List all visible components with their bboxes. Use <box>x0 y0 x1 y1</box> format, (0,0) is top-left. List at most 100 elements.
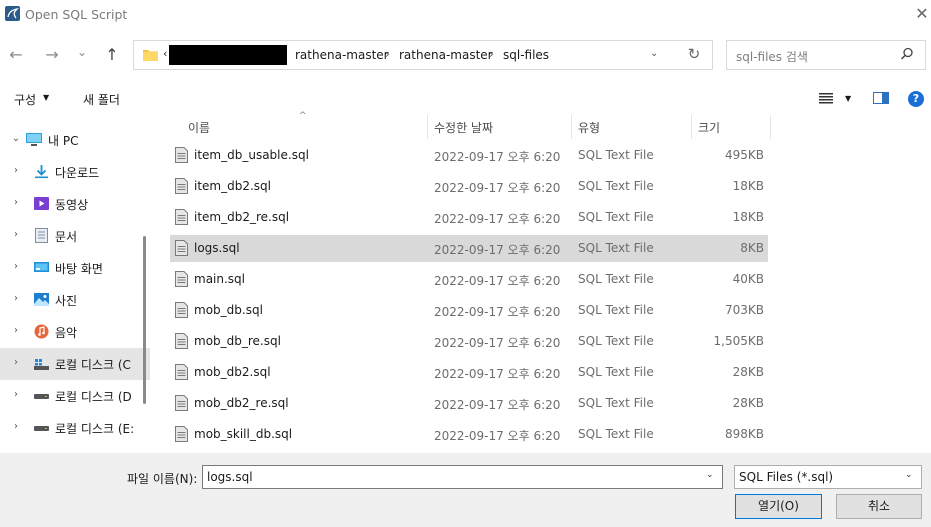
back-button[interactable]: ← <box>6 45 26 65</box>
music-icon <box>34 324 49 339</box>
filename-value[interactable]: logs.sql <box>207 470 253 484</box>
chevron-down-icon[interactable]: ⌄ <box>706 470 714 480</box>
sidebar-scrollbar[interactable] <box>143 236 146 404</box>
file-size: 18KB <box>732 210 764 224</box>
sidebar-item-label: 동영상 <box>55 198 89 212</box>
file-row[interactable]: item_db2.sql 2022-09-17 오후 6:20 SQL Text F… <box>170 173 768 200</box>
forward-button[interactable]: → <box>42 45 62 65</box>
chevron-down-icon[interactable]: ⌄ <box>905 470 913 480</box>
file-date: 2022-09-17 오후 6:20 <box>434 181 561 195</box>
recent-locations-button[interactable]: ⌄ <box>74 42 90 62</box>
file-row[interactable]: item_db2_re.sql 2022-09-17 오후 6:20 SQL Tex… <box>170 204 768 231</box>
file-size: 898KB <box>724 427 764 441</box>
caret-down-icon[interactable]: ▼ <box>845 94 851 103</box>
open-button[interactable]: 열기(O) <box>735 494 822 519</box>
cancel-button[interactable]: 취소 <box>836 494 922 519</box>
caret-down-icon[interactable]: ▼ <box>43 93 49 102</box>
chevron-right-icon[interactable]: › <box>10 229 22 240</box>
sql-file-icon <box>175 364 188 380</box>
sidebar-item-videos[interactable]: › 동영상 <box>0 188 150 220</box>
breadcrumb-separator[interactable]: › <box>385 47 390 61</box>
file-row[interactable]: mob_skill_db.sql 2022-09-17 오후 6:20 SQL Te… <box>170 421 768 448</box>
sql-file-icon <box>175 426 188 442</box>
chevron-right-icon[interactable]: › <box>10 325 22 336</box>
up-button[interactable]: ↑ <box>102 45 122 65</box>
sidebar-item-drive-d[interactable]: › 로컬 디스크 (D <box>0 380 150 412</box>
file-name: mob_db2_re.sql <box>194 396 289 410</box>
column-header-size[interactable]: 크기 <box>698 119 720 136</box>
chevron-right-icon[interactable]: › <box>10 261 22 272</box>
breadcrumb-item[interactable]: sql-files <box>503 48 549 62</box>
chevron-down-icon[interactable]: ⌄ <box>650 48 664 59</box>
new-folder-button[interactable]: 새 폴더 <box>83 91 120 108</box>
breadcrumb-item[interactable]: rathena-master <box>295 48 389 62</box>
sql-file-icon <box>175 333 188 349</box>
file-row[interactable]: mob_db2.sql 2022-09-17 오후 6:20 SQL Text Fi… <box>170 359 768 386</box>
sidebar-item-desktop[interactable]: › 바탕 화면 <box>0 252 150 284</box>
chevron-right-icon[interactable]: › <box>10 293 22 304</box>
sidebar-item-label: 사진 <box>55 294 78 308</box>
file-row[interactable]: mob_db2_re.sql 2022-09-17 오후 6:20 SQL Text… <box>170 390 768 417</box>
command-bar <box>0 82 931 114</box>
redacted-path <box>169 45 287 65</box>
filename-input[interactable] <box>202 465 723 489</box>
breadcrumb-separator[interactable]: › <box>489 47 494 61</box>
file-type: SQL Text File <box>578 272 654 286</box>
file-row[interactable]: logs.sql 2022-09-17 오후 6:20 SQL Text File 8… <box>170 235 768 262</box>
file-type: SQL Text File <box>578 303 654 317</box>
sidebar-item-downloads[interactable]: › 다운로드 <box>0 156 150 188</box>
file-size: 40KB <box>732 272 764 286</box>
document-icon <box>34 228 49 243</box>
column-header-type[interactable]: 유형 <box>578 119 600 136</box>
breadcrumb-item[interactable]: rathena-master <box>399 48 493 62</box>
chevron-right-icon[interactable]: › <box>10 197 22 208</box>
mysql-workbench-icon <box>5 6 20 21</box>
file-type: SQL Text File <box>578 365 654 379</box>
file-row[interactable]: main.sql 2022-09-17 오후 6:20 SQL Text File 4… <box>170 266 768 293</box>
view-details-icon[interactable] <box>819 93 833 104</box>
column-header-name[interactable]: 이름 <box>188 119 210 136</box>
navigation-pane[interactable]: ⌄ 내 PC › 다운로드 › 동영상 › 문서 › 바탕 화면 › 사진 › … <box>0 114 150 453</box>
sidebar-item-drive-c[interactable]: › 로컬 디스크 (C <box>0 348 150 380</box>
folder-icon <box>143 48 158 61</box>
file-row[interactable]: mob_db.sql 2022-09-17 오후 6:20 SQL Text Fil… <box>170 297 768 324</box>
chevron-down-icon[interactable]: ⌄ <box>10 133 22 144</box>
sidebar-item-label: 바탕 화면 <box>55 262 103 276</box>
chevron-right-icon[interactable]: › <box>10 389 22 400</box>
file-name: logs.sql <box>194 241 240 255</box>
help-icon[interactable]: ? <box>908 91 924 107</box>
file-date: 2022-09-17 오후 6:20 <box>434 243 561 257</box>
sidebar-item-label: 로컬 디스크 (E: <box>55 422 135 436</box>
chevron-right-icon[interactable]: › <box>10 421 22 432</box>
column-divider[interactable] <box>770 115 771 139</box>
address-chevron[interactable]: ‹ <box>163 47 167 60</box>
file-type: SQL Text File <box>578 210 654 224</box>
sidebar-item-pc[interactable]: ⌄ 내 PC <box>0 124 150 156</box>
sidebar-item-documents[interactable]: › 문서 <box>0 220 150 252</box>
column-divider[interactable] <box>691 115 692 139</box>
file-row[interactable]: item_db_usable.sql 2022-09-17 오후 6:20 SQL … <box>170 142 768 169</box>
sidebar-item-drive-e[interactable]: › 로컬 디스크 (E: <box>0 412 150 444</box>
search-icon[interactable] <box>899 46 915 62</box>
organize-button[interactable]: 구성 <box>14 91 36 108</box>
sidebar-item-pictures[interactable]: › 사진 <box>0 284 150 316</box>
drive-icon <box>34 388 49 403</box>
sidebar-item-label: 로컬 디스크 (C <box>55 358 131 372</box>
column-header-date[interactable]: 수정한 날짜 <box>434 119 493 136</box>
sidebar-item-music[interactable]: › 음악 <box>0 316 150 348</box>
file-date: 2022-09-17 오후 6:20 <box>434 150 561 164</box>
column-divider[interactable] <box>427 115 428 139</box>
sql-file-icon <box>175 209 188 225</box>
file-row[interactable]: mob_db_re.sql 2022-09-17 오후 6:20 SQL Text … <box>170 328 768 355</box>
sort-ascending-icon: ^ <box>299 111 307 121</box>
file-size: 495KB <box>724 148 764 162</box>
close-button[interactable]: ✕ <box>912 4 931 24</box>
window-title: Open SQL Script <box>25 7 128 22</box>
preview-pane-icon[interactable] <box>873 92 889 104</box>
refresh-icon[interactable]: ↻ <box>686 45 702 63</box>
chevron-right-icon[interactable]: › <box>10 357 22 368</box>
column-divider[interactable] <box>571 115 572 139</box>
file-name: mob_db2.sql <box>194 365 271 379</box>
chevron-right-icon[interactable]: › <box>10 165 22 176</box>
filetype-value[interactable]: SQL Files (*.sql) <box>739 470 833 484</box>
